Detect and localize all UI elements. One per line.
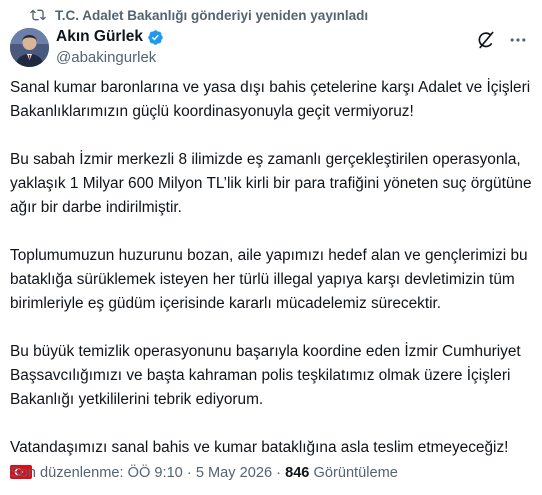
meta-separator: ·: [276, 465, 282, 481]
repost-icon: [30, 7, 46, 23]
repost-label: T.C. Adalet Bakanlığı gönderiyi yeniden …: [55, 7, 369, 23]
tweet-header: Akın Gürlek @abakingurlek: [10, 26, 532, 70]
more-options-icon[interactable]: [508, 30, 528, 50]
meta-separator: ·: [186, 465, 192, 481]
tweet-date[interactable]: 5 May 2026: [196, 465, 272, 481]
grok-icon[interactable]: [476, 30, 496, 50]
tweet-paragraph: Sanal kumar baronlarına ve yasa dışı bah…: [10, 79, 531, 120]
views-count: 846: [285, 465, 310, 481]
tweet-paragraph: Bu sabah İzmir merkezli 8 ilimizde eş za…: [10, 151, 532, 216]
tweet-meta: Son düzenlenme: ÖÖ 9:10 · 5 May 2026 · 8…: [10, 465, 398, 481]
author-name[interactable]: Akın Gürlek: [56, 28, 143, 46]
edited-timestamp[interactable]: Son düzenlenme: ÖÖ 9:10: [10, 465, 183, 481]
tweet-text: Sanal kumar baronlarına ve yasa dışı bah…: [10, 76, 535, 479]
author-handle[interactable]: @abakingurlek: [56, 49, 156, 66]
verified-badge-icon[interactable]: [147, 29, 164, 46]
views-label: Görüntüleme: [313, 465, 398, 481]
repost-indicator[interactable]: T.C. Adalet Bakanlığı gönderiyi yeniden …: [30, 5, 368, 25]
avatar[interactable]: [10, 28, 49, 67]
tweet-paragraph: Vatandaşımızı sanal bahis ve kumar batak…: [10, 439, 509, 456]
tweet-paragraph: Toplumumuzun huzurunu bozan, aile yapımı…: [10, 247, 528, 312]
tweet-paragraph: Bu büyük temizlik operasyonunu başarıyla…: [10, 343, 521, 408]
